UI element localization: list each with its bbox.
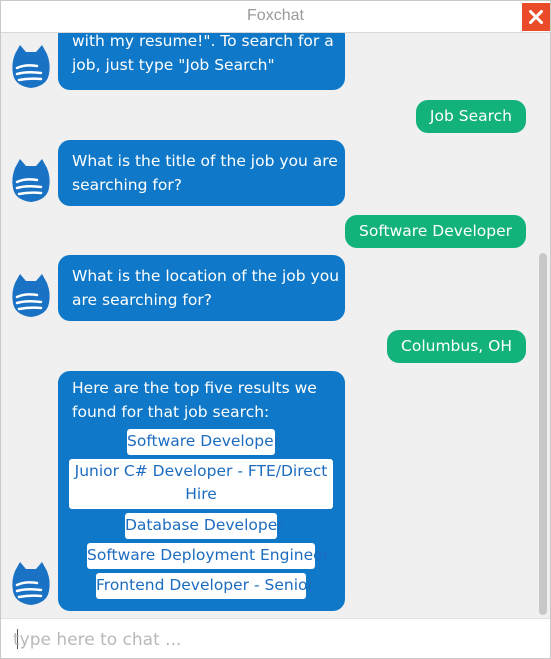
job-result-label: Hire [185,485,217,503]
chat-input-bar [1,618,550,658]
user-message: Columbus, OH [387,330,526,363]
job-result-link[interactable]: Frontend Developer - Senior [96,573,314,599]
bot-message-line: What is the location of the job you [72,267,340,285]
job-result-label: Software Deployment Engineer [87,546,330,564]
message-list[interactable]: with my resume!". To search for a job, j… [1,33,550,618]
user-message: Software Developer [345,215,526,248]
job-result-label: Database Developer [125,516,284,534]
job-result-link[interactable]: Database Developer [125,513,284,539]
close-icon [529,10,543,24]
bot-message: Here are the top five results we found f… [58,371,345,611]
title-bar: Foxchat [1,1,550,33]
bot-message-line: found for that job search: [72,403,270,421]
foxchat-avatar-icon [12,562,50,605]
bot-message-line: Here are the top five results we [72,379,317,397]
bot-message-line: What is the title of the job you are [72,152,338,170]
bot-message-line: are searching for? [72,291,212,309]
close-button[interactable] [522,3,550,31]
user-message: Job Search [415,100,526,133]
bot-message: What is the location of the job you are … [58,255,345,321]
job-result-label: Junior C# Developer - FTE/Direct [74,462,328,480]
bot-message: What is the title of the job you are sea… [58,140,345,206]
job-result-link[interactable]: Software Developer [127,429,280,455]
job-result-label: Frontend Developer - Senior [96,576,314,594]
bot-message-line: with my resume!". To search for a [72,33,334,50]
scrollbar-thumb[interactable] [539,253,547,615]
bot-message-line: searching for? [72,176,182,194]
chat-input[interactable] [11,625,535,655]
job-result-link[interactable]: Software Deployment Engineer [87,543,329,569]
scrollbar[interactable] [538,33,548,618]
foxchat-avatar-icon [12,159,50,202]
foxchat-avatar-icon [12,274,50,317]
foxchat-avatar-icon [12,45,50,88]
chat-window: Foxchat with my resume!". To search for … [0,0,551,659]
bot-message-line: job, just type "Job Search" [72,56,275,74]
window-title: Foxchat [247,7,304,24]
bot-message: with my resume!". To search for a job, j… [58,33,345,90]
job-result-label: Software Developer [127,432,280,450]
job-result-link[interactable]: Junior C# Developer - FTE/Direct Hire [69,459,333,509]
